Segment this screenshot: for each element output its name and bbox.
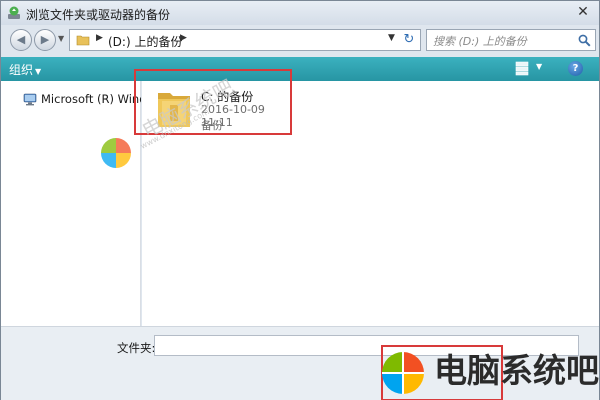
watermark-logo-icon — [101, 138, 131, 168]
browse-backup-dialog: 浏览文件夹或驱动器的备份 ✕ ◀ ▶ ▼ ▶ (D:) 上的备份 ▶ ▼ ↻ 搜… — [0, 0, 600, 400]
refresh-icon[interactable]: ↻ — [402, 33, 416, 47]
search-icon[interactable] — [578, 34, 591, 47]
help-button[interactable]: ? — [568, 61, 583, 76]
nav-item-computer[interactable]: Microsoft (R) Windows — [23, 91, 141, 109]
search-input[interactable]: 搜索 (D:) 上的备份 — [426, 29, 596, 51]
title-bar: 浏览文件夹或驱动器的备份 ✕ — [1, 1, 599, 25]
back-button[interactable]: ◀ — [10, 29, 32, 51]
backup-app-icon — [8, 6, 20, 19]
window-title: 浏览文件夹或驱动器的备份 — [26, 8, 171, 22]
organize-label: 组织 — [9, 63, 34, 77]
breadcrumb-arrow-icon[interactable]: ▶ — [96, 33, 103, 43]
close-button[interactable]: ✕ — [573, 3, 593, 21]
search-placeholder: 搜索 (D:) 上的备份 — [433, 35, 527, 48]
help-icon: ? — [572, 63, 579, 74]
folder-label: 文件夹: — [117, 341, 156, 355]
address-path-box[interactable]: ▶ (D:) 上的备份 ▶ ▼ — [69, 29, 421, 51]
back-arrow-icon: ◀ — [16, 33, 26, 46]
change-view-icon[interactable] — [515, 61, 529, 76]
breadcrumb-current[interactable]: (D:) 上的备份 — [108, 33, 182, 50]
forward-button[interactable]: ▶ — [34, 29, 56, 51]
nav-item-label: Microsoft (R) Windows — [41, 92, 141, 106]
folder-icon — [76, 35, 90, 46]
brand-text: 电脑系统吧 — [434, 351, 599, 390]
organize-dropdown-icon: ▼ — [35, 67, 42, 76]
address-dropdown-icon[interactable]: ▼ — [388, 33, 395, 43]
address-bar: ◀ ▶ ▼ ▶ (D:) 上的备份 ▶ ▼ ↻ 搜索 (D:) 上的备份 — [1, 25, 599, 55]
brand-logo-icon — [382, 352, 424, 394]
forward-arrow-icon: ▶ — [40, 33, 50, 46]
command-toolbar: 组织 ▼ ▼ ? — [1, 57, 599, 81]
breadcrumb-arrow-icon[interactable]: ▶ — [180, 33, 187, 43]
navigation-pane: Microsoft (R) Windows — [1, 81, 141, 326]
recent-locations-dropdown-icon[interactable]: ▼ — [58, 34, 64, 43]
computer-icon — [23, 93, 37, 106]
organize-menu[interactable]: 组织 ▼ — [9, 61, 41, 78]
view-dropdown-icon[interactable]: ▼ — [536, 62, 542, 71]
